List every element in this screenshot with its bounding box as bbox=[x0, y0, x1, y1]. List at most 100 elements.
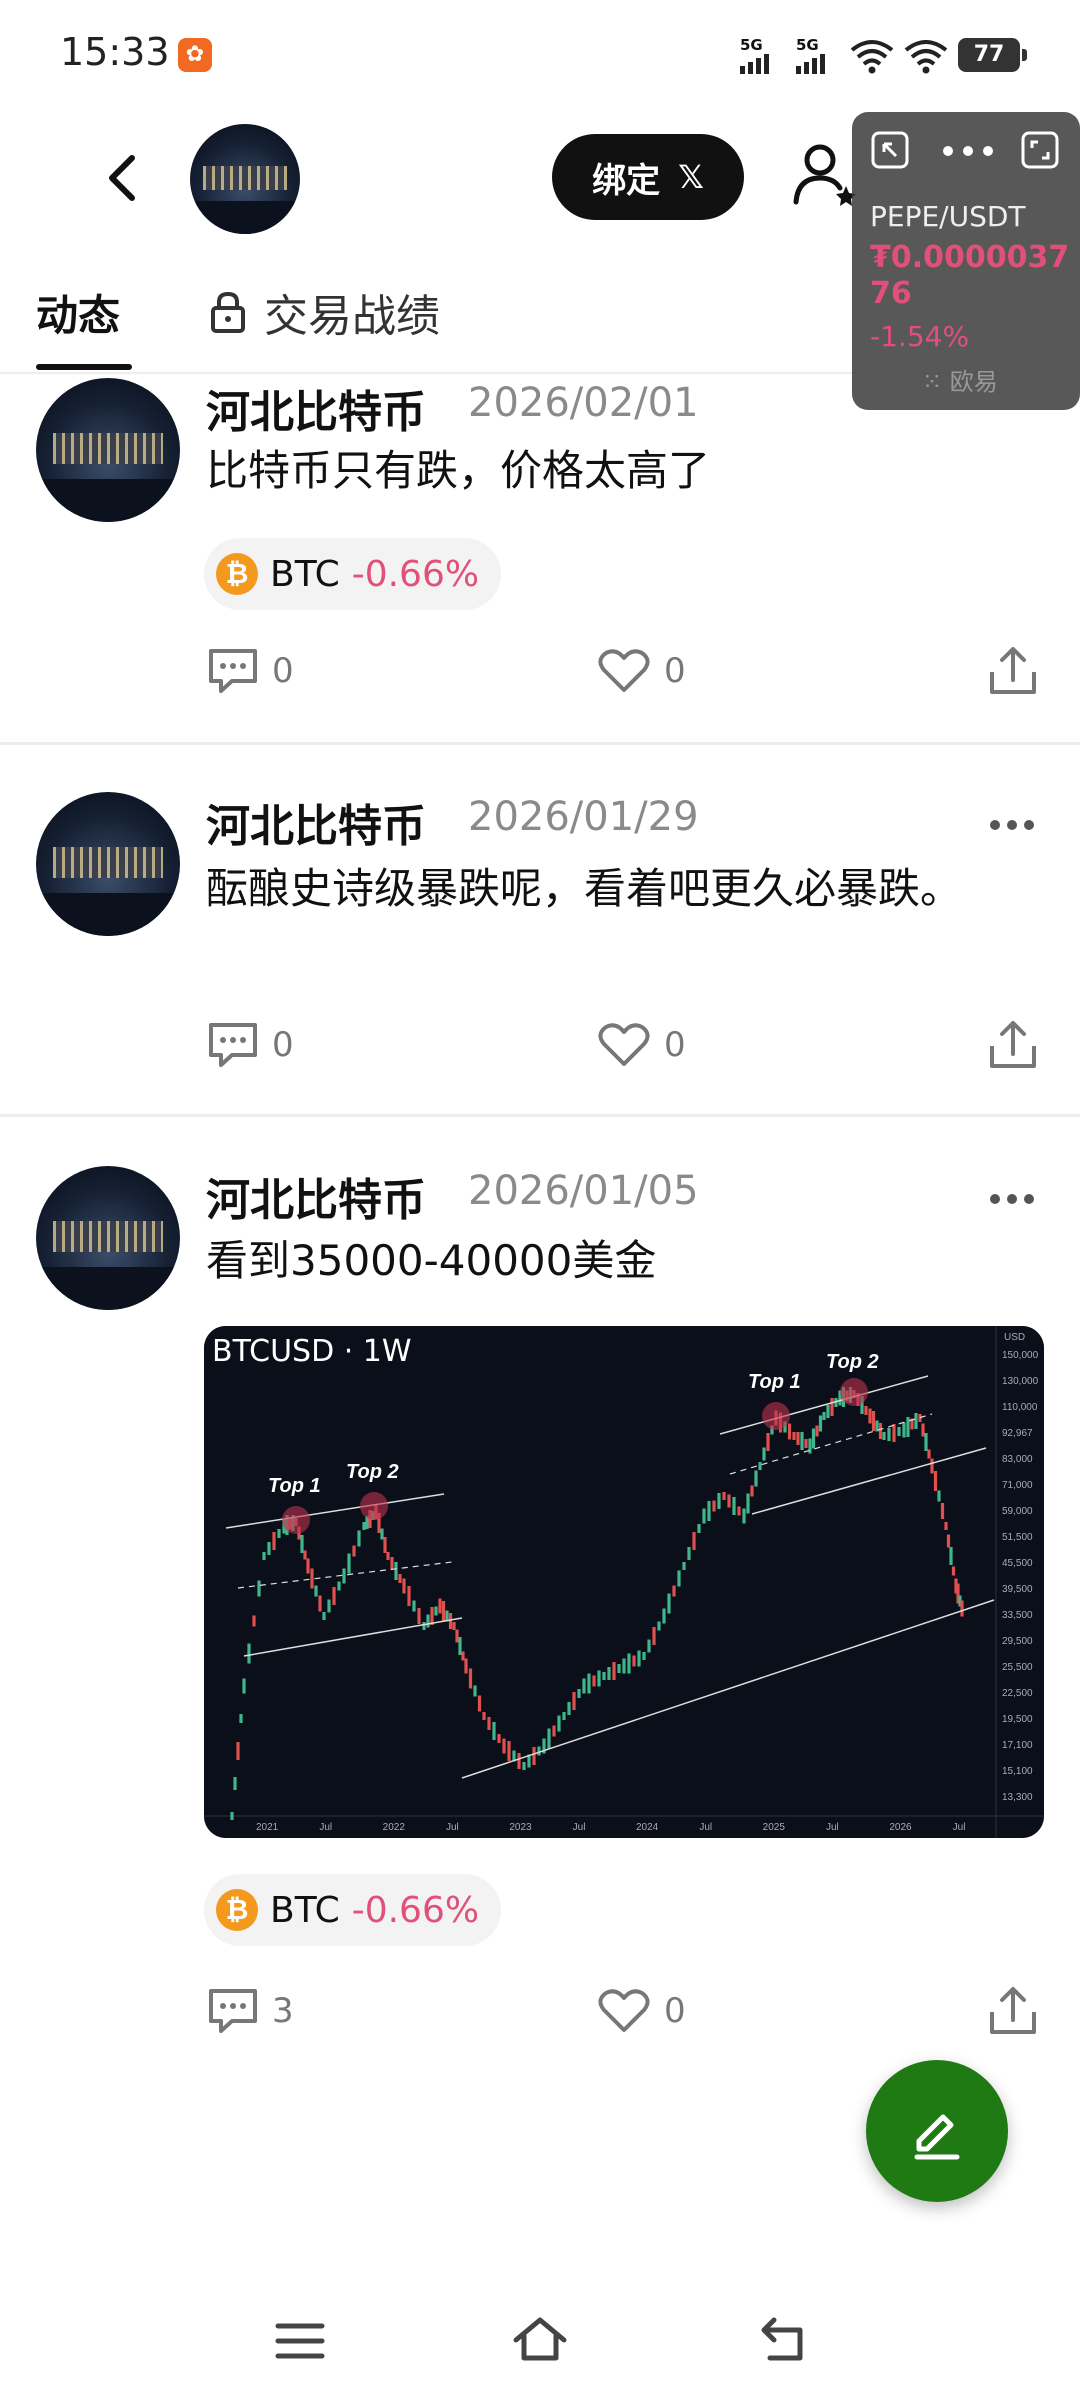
coin-symbol: BTC bbox=[270, 1889, 340, 1931]
profile-avatar[interactable] bbox=[190, 124, 300, 234]
post-avatar[interactable] bbox=[36, 378, 180, 522]
candle bbox=[944, 1522, 948, 1530]
candle bbox=[262, 1552, 266, 1560]
candle bbox=[362, 1522, 366, 1530]
home-icon[interactable] bbox=[510, 2314, 570, 2364]
candle bbox=[940, 1503, 945, 1519]
price-tick-label: 17,100 bbox=[1002, 1740, 1033, 1751]
comment-button[interactable]: 0 bbox=[208, 648, 294, 694]
candle bbox=[949, 1547, 953, 1565]
candle bbox=[642, 1652, 646, 1660]
follow-user-icon[interactable] bbox=[790, 140, 860, 210]
heart-icon bbox=[598, 1989, 650, 2032]
price-tick-label: 110,000 bbox=[1002, 1402, 1038, 1413]
like-button[interactable]: 0 bbox=[598, 1988, 686, 2034]
comment-button[interactable]: 3 bbox=[208, 1988, 294, 2034]
candle bbox=[310, 1568, 314, 1589]
btc-chart-image: Top 1 Top 2 Top 1 Top 2 150,000 130,000 11… bbox=[204, 1326, 1044, 1838]
price-tick-label: 25,500 bbox=[1002, 1662, 1033, 1673]
post-divider bbox=[0, 742, 1080, 745]
candle bbox=[677, 1570, 681, 1587]
like-count: 0 bbox=[664, 1991, 686, 2031]
candle bbox=[921, 1423, 925, 1437]
post-author[interactable]: 河北比特币 bbox=[206, 1164, 426, 1228]
candle bbox=[487, 1717, 491, 1730]
back-nav-icon[interactable] bbox=[756, 2316, 808, 2364]
post-date: 2026/01/05 bbox=[468, 1168, 699, 1214]
more-options-icon[interactable] bbox=[938, 144, 998, 158]
like-button[interactable]: 0 bbox=[598, 648, 686, 694]
coin-tag[interactable]: ₿ BTC -0.66% bbox=[204, 1874, 502, 1946]
lock-icon bbox=[211, 291, 245, 333]
floating-price-widget[interactable]: PEPE/USDT ₮0.000003776 -1.54% ⁙ 欧易 bbox=[852, 112, 1080, 410]
back-icon[interactable] bbox=[98, 148, 146, 208]
candle bbox=[252, 1615, 256, 1627]
candle bbox=[672, 1585, 676, 1597]
post-author[interactable]: 河北比特币 bbox=[206, 376, 426, 440]
price-tick-label: 83,000 bbox=[1002, 1454, 1033, 1465]
share-icon[interactable] bbox=[988, 1986, 1038, 2036]
more-options-icon[interactable] bbox=[990, 1189, 1050, 1205]
candle bbox=[327, 1599, 331, 1613]
candle bbox=[434, 1606, 438, 1616]
candle bbox=[868, 1408, 872, 1424]
tab-feed[interactable]: 动态 bbox=[36, 282, 120, 343]
ticker-price: ₮0.000003776 bbox=[870, 240, 1070, 311]
x-logo-icon: 𝕏 bbox=[678, 158, 704, 196]
price-tick-label: 15,100 bbox=[1002, 1766, 1033, 1777]
currency-label: USD bbox=[1004, 1332, 1025, 1343]
candle bbox=[871, 1411, 876, 1431]
app-notification-icon: ✿ bbox=[178, 38, 212, 72]
coin-tag[interactable]: ₿ BTC -0.66% bbox=[204, 538, 502, 610]
compose-post-button[interactable] bbox=[866, 2060, 1008, 2202]
post-image[interactable]: Top 1 Top 2 Top 1 Top 2 150,000 130,000 11… bbox=[204, 1326, 1044, 1838]
candle bbox=[236, 1742, 240, 1760]
post-author[interactable]: 河北比特币 bbox=[206, 790, 426, 854]
candle bbox=[461, 1651, 465, 1661]
comment-icon bbox=[209, 649, 257, 693]
candle bbox=[617, 1664, 621, 1673]
collapse-icon[interactable] bbox=[870, 130, 910, 170]
tab-trading-record[interactable]: 交易战绩 bbox=[210, 280, 440, 344]
candle bbox=[407, 1586, 411, 1606]
pencil-icon bbox=[914, 2114, 960, 2160]
candle bbox=[792, 1432, 796, 1440]
candle bbox=[897, 1427, 901, 1436]
comment-icon bbox=[209, 1023, 257, 1067]
post-avatar[interactable] bbox=[36, 792, 180, 936]
time-tick-label: Jul bbox=[446, 1822, 459, 1833]
price-tick-label: 130,000 bbox=[1002, 1376, 1039, 1387]
candle bbox=[272, 1532, 276, 1550]
post-content[interactable]: 比特币只有跌，价格太高了 bbox=[206, 438, 1036, 504]
share-icon[interactable] bbox=[988, 1020, 1038, 1070]
candle bbox=[667, 1593, 671, 1614]
candle bbox=[380, 1528, 384, 1540]
candle bbox=[722, 1492, 726, 1500]
comment-button[interactable]: 0 bbox=[208, 1022, 294, 1068]
price-tick-label: 39,500 bbox=[1002, 1584, 1033, 1595]
top-label: Top 1 bbox=[748, 1371, 801, 1393]
comment-count: 0 bbox=[272, 1025, 294, 1065]
like-button[interactable]: 0 bbox=[598, 1022, 686, 1068]
candle bbox=[727, 1494, 731, 1508]
menu-icon[interactable] bbox=[274, 2320, 326, 2362]
candle bbox=[887, 1428, 891, 1441]
share-icon[interactable] bbox=[988, 646, 1038, 696]
bind-x-button[interactable]: 绑定 𝕏 bbox=[552, 134, 744, 220]
candle bbox=[337, 1581, 341, 1591]
candle bbox=[830, 1398, 834, 1416]
post-content[interactable]: 酝酿史诗级暴跌呢，看着吧更久必暴跌。 bbox=[206, 856, 1036, 922]
candle bbox=[960, 1600, 964, 1617]
candle bbox=[930, 1458, 934, 1474]
candle bbox=[612, 1662, 616, 1680]
more-options-icon[interactable] bbox=[990, 815, 1050, 831]
heart-icon bbox=[598, 1023, 650, 1066]
time-tick-label: Jul bbox=[699, 1822, 712, 1833]
post-content[interactable]: 看到35000-40000美金 bbox=[206, 1228, 1036, 1294]
expand-icon[interactable] bbox=[1020, 130, 1060, 170]
post-avatar[interactable] bbox=[36, 1166, 180, 1310]
candle bbox=[552, 1725, 556, 1737]
candle bbox=[902, 1422, 906, 1438]
candle bbox=[390, 1557, 394, 1570]
post-divider bbox=[0, 1114, 1080, 1117]
